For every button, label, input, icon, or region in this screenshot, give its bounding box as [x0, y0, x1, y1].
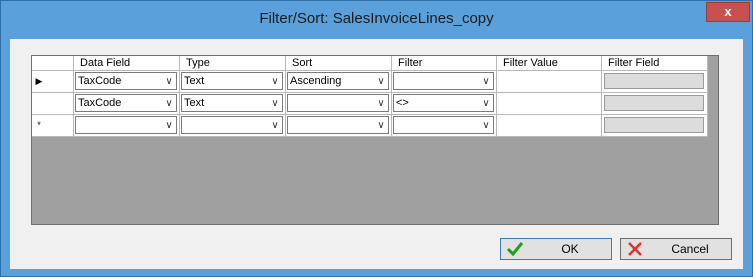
chevron-down-icon[interactable]: ∨: [479, 95, 493, 111]
filter-cell[interactable]: ∨: [392, 115, 497, 137]
sort-cell[interactable]: Ascending ∨: [286, 71, 392, 93]
chevron-down-icon[interactable]: ∨: [479, 73, 493, 89]
filter-field-cell[interactable]: [602, 115, 708, 137]
cancel-button[interactable]: Cancel: [620, 238, 732, 260]
data-field-cell[interactable]: TaxCode ∨: [74, 93, 180, 115]
filter-sort-grid: Data Field Type Sort Filter Filter Value…: [31, 55, 719, 225]
chevron-down-icon[interactable]: ∨: [268, 95, 282, 111]
chevron-down-icon[interactable]: ∨: [162, 95, 176, 111]
header-type[interactable]: Type: [180, 56, 286, 71]
chevron-down-icon[interactable]: ∨: [374, 117, 388, 133]
type-cell[interactable]: Text ∨: [180, 71, 286, 93]
filter-value-cell[interactable]: [497, 71, 602, 93]
type-combo[interactable]: ∨: [181, 116, 283, 134]
ok-label: OK: [561, 242, 579, 256]
header-filter-field[interactable]: Filter Field: [602, 56, 708, 71]
sort-value: Ascending: [290, 75, 342, 87]
data-field-cell[interactable]: ∨: [74, 115, 180, 137]
data-field-combo[interactable]: ∨: [75, 116, 177, 134]
filter-field-box: [604, 73, 704, 89]
filter-value-cell[interactable]: [497, 115, 602, 137]
chevron-down-icon[interactable]: ∨: [268, 117, 282, 133]
chevron-down-icon[interactable]: ∨: [374, 73, 388, 89]
type-combo[interactable]: Text ∨: [181, 94, 283, 112]
sort-combo[interactable]: Ascending ∨: [287, 72, 389, 90]
filter-cell[interactable]: <> ∨: [392, 93, 497, 115]
filter-combo[interactable]: ∨: [393, 116, 494, 134]
filter-combo[interactable]: ∨: [393, 72, 494, 90]
type-combo[interactable]: Text ∨: [181, 72, 283, 90]
filter-field-cell[interactable]: [602, 71, 708, 93]
header-filter[interactable]: Filter: [392, 56, 497, 71]
ok-button[interactable]: OK: [500, 238, 612, 260]
header-sort[interactable]: Sort: [286, 56, 392, 71]
sort-cell[interactable]: ∨: [286, 115, 392, 137]
data-field-cell[interactable]: TaxCode ∨: [74, 71, 180, 93]
cancel-x-icon: [628, 242, 642, 256]
sort-cell[interactable]: ∨: [286, 93, 392, 115]
cancel-label: Cancel: [671, 242, 709, 256]
sort-combo[interactable]: ∨: [287, 94, 389, 112]
title-bar[interactable]: Filter/Sort: SalesInvoiceLines_copy x: [1, 1, 752, 39]
header-data-field[interactable]: Data Field: [74, 56, 180, 71]
chevron-down-icon[interactable]: ∨: [162, 117, 176, 133]
current-row-icon: ▶: [35, 76, 43, 86]
data-field-combo[interactable]: TaxCode ∨: [75, 72, 177, 90]
dialog-window: Filter/Sort: SalesInvoiceLines_copy x Da…: [0, 0, 753, 277]
filter-field-box: [604, 117, 704, 133]
row-header-new[interactable]: *: [32, 115, 74, 137]
filter-value: <>: [396, 97, 409, 109]
close-button[interactable]: x: [706, 2, 750, 22]
header-corner: [32, 56, 74, 71]
data-field-combo[interactable]: TaxCode ∨: [75, 94, 177, 112]
sort-combo[interactable]: ∨: [287, 116, 389, 134]
data-field-value: TaxCode: [78, 97, 122, 109]
dialog-body: Data Field Type Sort Filter Filter Value…: [10, 39, 743, 269]
filter-cell[interactable]: ∨: [392, 71, 497, 93]
filter-field-box: [604, 95, 704, 111]
row-header-2[interactable]: [32, 93, 74, 115]
filter-value-cell[interactable]: [497, 93, 602, 115]
filter-field-cell[interactable]: [602, 93, 708, 115]
chevron-down-icon[interactable]: ∨: [479, 117, 493, 133]
chevron-down-icon[interactable]: ∨: [162, 73, 176, 89]
header-filter-value[interactable]: Filter Value: [497, 56, 602, 71]
new-row-icon: *: [37, 120, 41, 130]
chevron-down-icon[interactable]: ∨: [374, 95, 388, 111]
type-cell[interactable]: ∨: [180, 115, 286, 137]
row-marker: [32, 93, 46, 114]
type-value: Text: [184, 97, 205, 109]
type-value: Text: [184, 75, 205, 87]
window-title: Filter/Sort: SalesInvoiceLines_copy: [259, 10, 494, 27]
data-field-value: TaxCode: [78, 75, 122, 87]
filter-combo[interactable]: <> ∨: [393, 94, 494, 112]
checkmark-icon: [506, 242, 524, 257]
chevron-down-icon[interactable]: ∨: [268, 73, 282, 89]
type-cell[interactable]: Text ∨: [180, 93, 286, 115]
row-header-1[interactable]: ▶: [32, 71, 74, 93]
